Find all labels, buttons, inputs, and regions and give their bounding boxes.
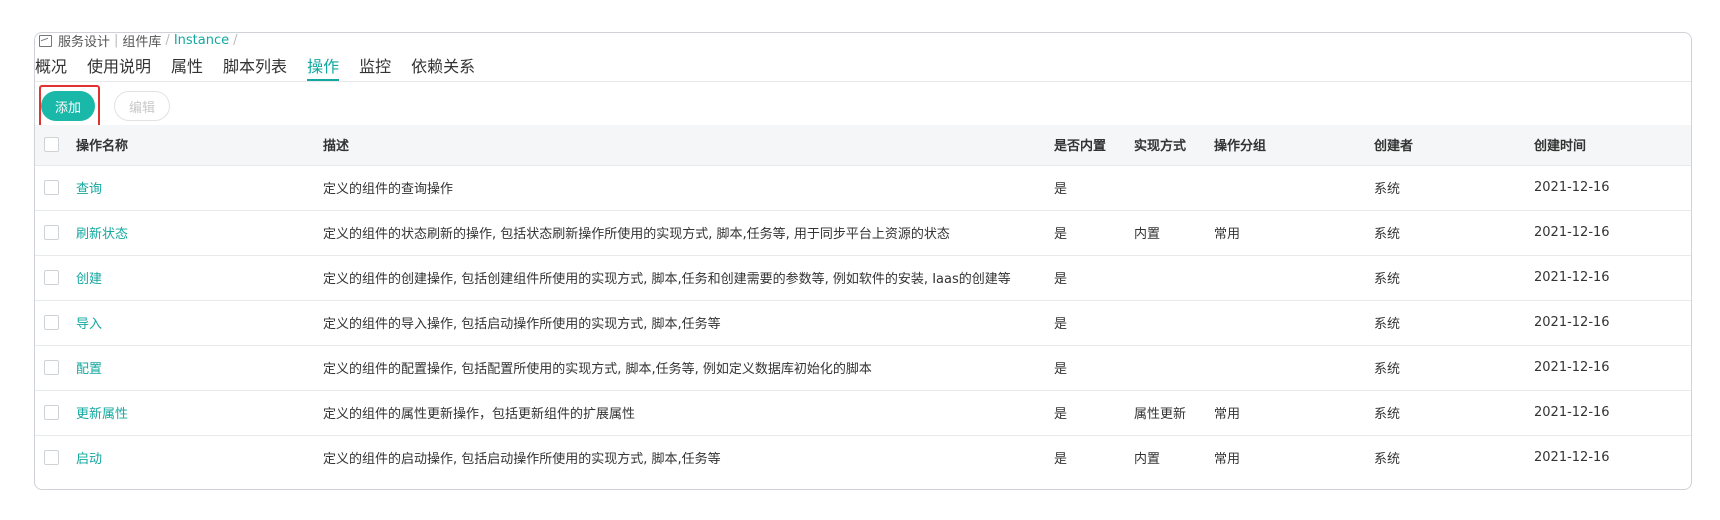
row-checkbox[interactable] [44, 180, 59, 195]
table-row: 启动 定义的组件的启动操作, 包括启动操作所使用的实现方式, 脚本,任务等 是 … [35, 435, 1691, 480]
header-implementation[interactable]: 实现方式 [1134, 125, 1214, 165]
table-row: 创建 定义的组件的创建操作, 包括创建组件所使用的实现方式, 脚本,任务和创建需… [35, 255, 1691, 300]
created-time-cell: 2021-12-16 [1534, 270, 1610, 285]
operation-description: 定义的组件的配置操作, 包括配置所使用的实现方式, 脚本,任务等, 例如定义数据… [323, 362, 872, 377]
operation-description: 定义的组件的导入操作, 包括启动操作所使用的实现方式, 脚本,任务等 [323, 317, 721, 332]
row-checkbox[interactable] [44, 270, 59, 285]
main-panel: 服务设计 | 组件库 / Instance / 概况 使用说明 属性 脚本列表 … [34, 32, 1692, 490]
tab-operations[interactable]: 操作 [307, 53, 340, 81]
builtin-cell: 是 [1054, 227, 1068, 242]
creator-cell: 系统 [1374, 452, 1401, 468]
breadcrumb-item-1[interactable]: 服务设计 [58, 33, 110, 50]
implementation-cell: 内置 [1134, 452, 1161, 468]
operation-name[interactable]: 导入 [76, 300, 323, 345]
implementation-cell [1134, 345, 1214, 390]
implementation-cell: 内置 [1134, 227, 1161, 242]
breadcrumb-item-2[interactable]: 组件库 [122, 33, 161, 50]
operation-name[interactable]: 启动 [76, 435, 323, 480]
add-button[interactable]: 添加 [41, 91, 95, 121]
group-cell [1214, 255, 1374, 300]
table-header-row: 操作名称 描述 是否内置 实现方式 操作分组 创建者 创建时间 [35, 125, 1691, 165]
builtin-cell: 是 [1054, 317, 1068, 332]
builtin-cell: 是 [1054, 452, 1068, 468]
row-checkbox[interactable] [44, 315, 59, 330]
tab-divider [35, 81, 1691, 82]
created-time-cell: 2021-12-16 [1534, 315, 1610, 330]
table-row: 配置 定义的组件的配置操作, 包括配置所使用的实现方式, 脚本,任务等, 例如定… [35, 345, 1691, 390]
creator-cell: 系统 [1374, 272, 1401, 287]
group-cell [1214, 345, 1374, 390]
operation-description: 定义的组件的查询操作 [323, 182, 454, 197]
operation-description: 定义的组件的启动操作, 包括启动操作所使用的实现方式, 脚本,任务等 [323, 452, 721, 468]
table-row: 刷新状态 定义的组件的状态刷新的操作, 包括状态刷新操作所使用的实现方式, 脚本… [35, 210, 1691, 255]
group-cell: 常用 [1214, 452, 1241, 468]
tab-usage[interactable]: 使用说明 [87, 53, 151, 77]
created-time-cell: 2021-12-16 [1534, 225, 1610, 240]
creator-cell: 系统 [1374, 362, 1401, 377]
created-time-cell: 2021-12-16 [1534, 450, 1610, 466]
folder-icon [39, 34, 52, 47]
breadcrumb: 服务设计 | 组件库 / Instance / [39, 33, 238, 50]
creator-cell: 系统 [1374, 407, 1401, 422]
created-time-cell: 2021-12-16 [1534, 405, 1610, 420]
operation-description: 定义的组件的状态刷新的操作, 包括状态刷新操作所使用的实现方式, 脚本,任务等,… [323, 227, 950, 242]
breadcrumb-item-3[interactable]: Instance [174, 33, 229, 48]
header-created-time[interactable]: 创建时间 [1534, 125, 1691, 165]
builtin-cell: 是 [1054, 272, 1068, 287]
creator-cell: 系统 [1374, 227, 1401, 242]
created-time-cell: 2021-12-16 [1534, 180, 1610, 195]
tab-monitoring[interactable]: 监控 [359, 53, 391, 77]
operation-name[interactable]: 查询 [76, 165, 323, 210]
operation-name[interactable]: 配置 [76, 345, 323, 390]
builtin-cell: 是 [1054, 407, 1068, 422]
creator-cell: 系统 [1374, 182, 1401, 197]
tab-overview[interactable]: 概况 [35, 53, 67, 77]
operation-description: 定义的组件的属性更新操作，包括更新组件的扩展属性 [323, 407, 636, 422]
row-checkbox[interactable] [44, 225, 59, 240]
group-cell: 常用 [1214, 407, 1241, 422]
table-row: 导入 定义的组件的导入操作, 包括启动操作所使用的实现方式, 脚本,任务等 是 … [35, 300, 1691, 345]
header-builtin[interactable]: 是否内置 [1054, 125, 1134, 165]
tab-bar: 概况 使用说明 属性 脚本列表 操作 监控 依赖关系 [35, 53, 475, 81]
header-description[interactable]: 描述 [323, 125, 1054, 165]
select-all-checkbox[interactable] [44, 137, 59, 153]
group-cell [1214, 165, 1374, 210]
edit-button[interactable]: 编辑 [114, 91, 170, 121]
row-checkbox[interactable] [44, 405, 59, 420]
implementation-cell [1134, 300, 1214, 345]
tab-properties[interactable]: 属性 [171, 53, 203, 77]
operation-name[interactable]: 创建 [76, 255, 323, 300]
table-row: 查询 定义的组件的查询操作 是 系统 2021-12-16 [35, 165, 1691, 210]
group-cell [1214, 300, 1374, 345]
operation-name[interactable]: 更新属性 [76, 390, 323, 435]
builtin-cell: 是 [1054, 362, 1068, 377]
creator-cell: 系统 [1374, 317, 1401, 332]
header-creator[interactable]: 创建者 [1374, 125, 1534, 165]
operation-description: 定义的组件的创建操作, 包括创建组件所使用的实现方式, 脚本,任务和创建需要的参… [323, 272, 1011, 287]
row-checkbox[interactable] [44, 360, 59, 375]
table-row: 更新属性 定义的组件的属性更新操作，包括更新组件的扩展属性 是 属性更新 常用 … [35, 390, 1691, 435]
tab-dependencies[interactable]: 依赖关系 [411, 53, 475, 77]
tab-scripts[interactable]: 脚本列表 [223, 53, 287, 77]
implementation-cell [1134, 255, 1214, 300]
row-checkbox[interactable] [44, 450, 59, 466]
header-group[interactable]: 操作分组 [1214, 125, 1374, 165]
header-name[interactable]: 操作名称 [76, 125, 323, 165]
builtin-cell: 是 [1054, 182, 1068, 197]
created-time-cell: 2021-12-16 [1534, 360, 1610, 375]
group-cell: 常用 [1214, 227, 1241, 242]
operation-name[interactable]: 刷新状态 [76, 210, 323, 255]
operations-table: 操作名称 描述 是否内置 实现方式 操作分组 创建者 创建时间 查询 定义的组件… [35, 125, 1691, 480]
implementation-cell: 属性更新 [1134, 407, 1187, 422]
implementation-cell [1134, 165, 1214, 210]
